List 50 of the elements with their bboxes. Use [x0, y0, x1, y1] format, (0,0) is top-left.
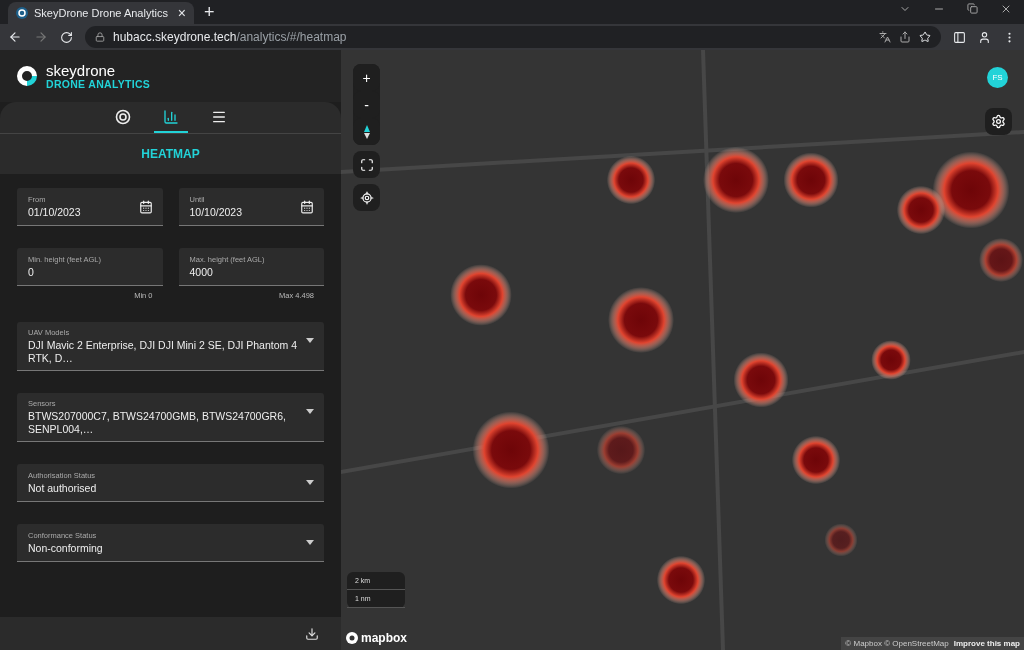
field-value: 0: [28, 266, 35, 279]
fullscreen-icon: [359, 157, 374, 172]
translate-icon[interactable]: [879, 31, 891, 43]
compass-icon: [363, 124, 370, 139]
tab-title: SkeyDrone Drone Analytics: [34, 7, 169, 19]
field-value: 01/10/2023: [28, 206, 82, 219]
calendar-icon[interactable]: [138, 200, 153, 214]
url-host: hubacc.skeydrone.tech: [113, 30, 237, 44]
attribution-text: © Mapbox © OpenStreetMap: [845, 639, 949, 648]
close-icon[interactable]: [1000, 3, 1012, 15]
dropdown-caret-icon: [306, 540, 314, 545]
settings-button[interactable]: [985, 108, 1012, 135]
dropdown-caret-icon: [306, 480, 314, 485]
mapbox-logo-text: mapbox: [361, 631, 407, 645]
restore-icon[interactable]: [967, 3, 978, 14]
locate-button[interactable]: [353, 184, 380, 211]
field-value: 10/10/2023: [189, 206, 244, 219]
field-value: BTWS207000C7, BTWS24700GMB, BTWS24700GR6, SENPL004,…: [28, 410, 287, 436]
side-panel-icon[interactable]: [953, 30, 966, 44]
profile-icon[interactable]: [978, 30, 991, 44]
forward-icon[interactable]: [34, 30, 48, 44]
download-icon[interactable]: [305, 626, 319, 641]
favicon-icon: [16, 7, 28, 19]
field-value: Not authorised: [28, 482, 98, 495]
close-tab-button[interactable]: ×: [177, 6, 186, 20]
share-icon[interactable]: [899, 31, 911, 43]
target-icon: [114, 108, 131, 125]
brand-name: skeydrone: [46, 62, 117, 78]
mapbox-logo-icon: [346, 632, 358, 644]
lock-icon: [95, 32, 105, 42]
fullscreen-button[interactable]: [353, 151, 380, 178]
field-value: 4000: [189, 266, 214, 279]
settings-icon: [991, 114, 1006, 129]
bar-chart-icon: [162, 108, 179, 125]
browser-tab[interactable]: SkeyDrone Drone Analytics ×: [8, 2, 194, 24]
address-bar[interactable]: hubacc.skeydrone.tech/analytics/#/heatmap: [85, 26, 941, 48]
reload-icon[interactable]: [60, 30, 73, 44]
new-tab-button[interactable]: +: [204, 3, 215, 21]
star-icon[interactable]: [919, 31, 931, 43]
field-value: Non-conforming: [28, 542, 104, 555]
improve-map-link[interactable]: Improve this map: [953, 639, 1020, 648]
calendar-icon[interactable]: [300, 200, 314, 214]
url-path: /analytics/#/heatmap: [236, 30, 347, 44]
dropdown-caret-icon: [306, 409, 314, 414]
field-value: DJI Mavic 2 Enterprise, DJI DJI Mini 2 SE, DJI Phantom 4 RTK, D…: [28, 339, 298, 365]
logo-icon: [16, 65, 38, 87]
panel-title: HEATMAP: [141, 147, 200, 161]
back-icon[interactable]: [8, 30, 22, 44]
locate-icon: [359, 190, 374, 205]
dropdown-caret-icon: [306, 338, 314, 343]
